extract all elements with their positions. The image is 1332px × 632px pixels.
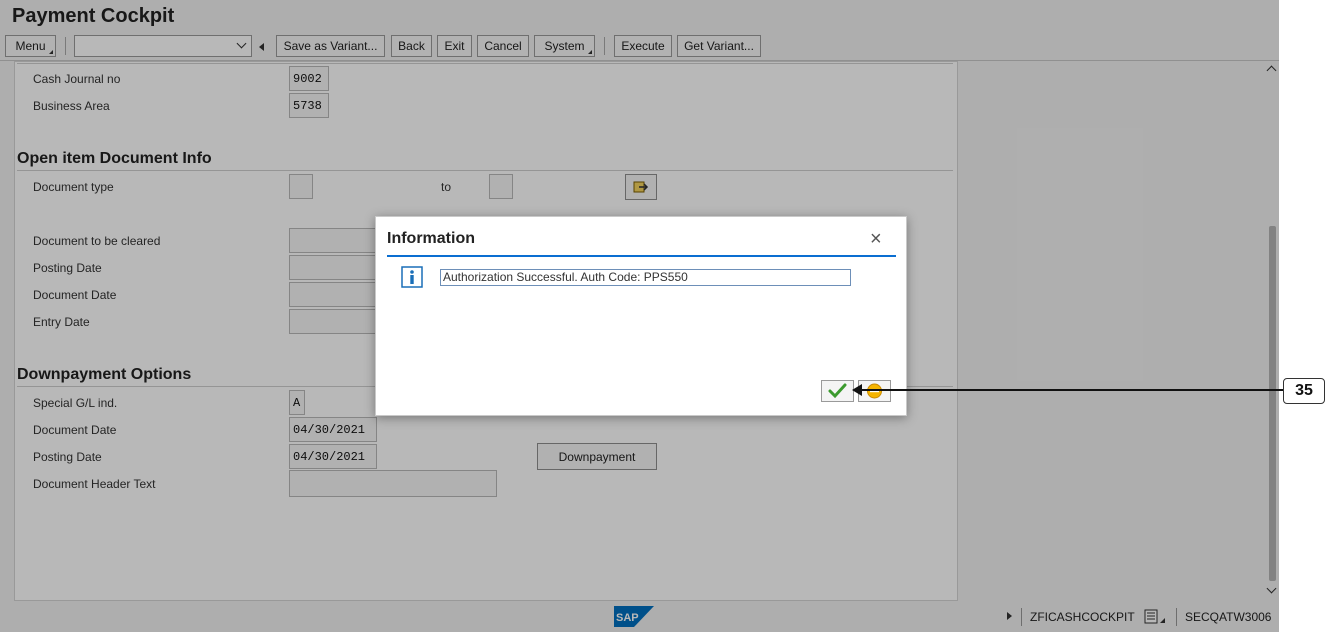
dialog-title: Information bbox=[387, 230, 475, 247]
info-icon bbox=[401, 266, 423, 288]
callout-badge: 35 bbox=[1283, 378, 1325, 404]
close-icon[interactable]: × bbox=[870, 229, 882, 249]
cancel-dialog-button[interactable] bbox=[858, 380, 891, 402]
dialog-title-divider bbox=[387, 255, 896, 257]
continue-button[interactable] bbox=[821, 380, 854, 402]
check-icon bbox=[828, 383, 847, 399]
callout-line bbox=[859, 389, 1283, 391]
cancel-icon bbox=[867, 383, 882, 399]
information-dialog: Information × Authorization Successful. … bbox=[375, 216, 907, 416]
dialog-message: Authorization Successful. Auth Code: PPS… bbox=[440, 269, 851, 286]
